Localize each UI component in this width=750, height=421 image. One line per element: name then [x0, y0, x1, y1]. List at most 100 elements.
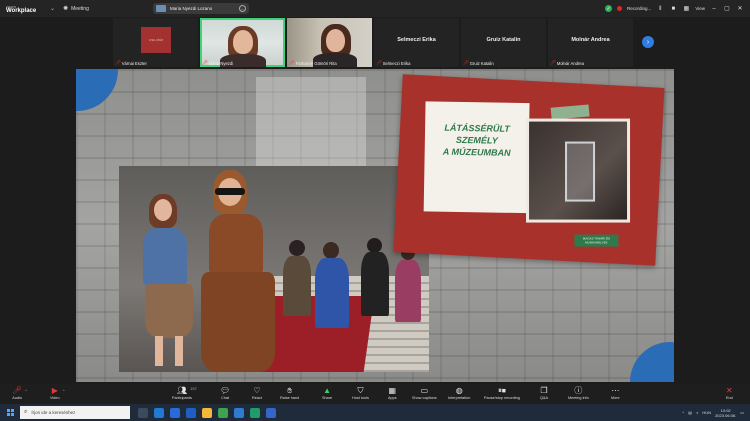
logo-text: CSIL MÚZ: [149, 38, 163, 42]
title-bar-controls: ✓ Recording... ‖ ■ ▦ View – ▢ ✕: [605, 0, 744, 17]
participant-tile[interactable]: CSIL MÚZ 🎤︎ Várnai Eszter: [113, 18, 198, 67]
participant-tile[interactable]: Gruiz Katalin 🎤︎ Gruiz Katalin: [461, 18, 546, 67]
participant-name: 🎤︎ Selmeczi Erika: [376, 60, 410, 66]
notification-icon[interactable]: ▭: [740, 410, 744, 415]
chrome-icon[interactable]: [218, 407, 228, 418]
taskbar-search-input[interactable]: ⌕ Írjon ide a kereséshez: [20, 406, 130, 419]
file-explorer-icon[interactable]: [202, 407, 212, 418]
video-button[interactable]: ▶ Video ^: [50, 386, 65, 400]
speaker-name: Maria Nyezdi Lozano: [170, 6, 213, 11]
toolbar-label: React: [252, 396, 262, 400]
excel-icon[interactable]: [250, 407, 260, 418]
participant-strip: CSIL MÚZ 🎤︎ Várnai Eszter 🎤︎ Mária Nyezdi …: [113, 18, 637, 67]
word-icon[interactable]: [234, 407, 244, 418]
photo-person: [154, 199, 172, 221]
chat-button[interactable]: 💬︎ Chat: [220, 386, 230, 400]
pause-icon[interactable]: ‖: [656, 6, 664, 12]
toolbar-label: Participants: [172, 396, 192, 400]
shield-icon[interactable]: ✓: [605, 5, 613, 12]
close-icon[interactable]: –: [239, 5, 246, 12]
edge-icon[interactable]: [154, 407, 164, 418]
recording-label[interactable]: Recording...: [627, 6, 651, 11]
end-button[interactable]: ✕ End: [726, 386, 733, 400]
participants-button[interactable]: 👥︎ Participants 157: [172, 386, 197, 400]
apps-button[interactable]: ▦ Apps: [388, 386, 397, 400]
pause-stop-recording-button[interactable]: ⏸︎⏹︎ Pause/stop recording: [484, 386, 520, 400]
clock-date: 2023.06.06.: [715, 412, 737, 418]
participant-name: 🎤︎ Molnár Andrea: [550, 60, 584, 66]
search-icon: ⌕: [24, 409, 28, 415]
heart-icon: ♡: [253, 386, 261, 395]
active-speaker-pill[interactable]: Maria Nyezdi Lozano –: [153, 3, 249, 14]
video-face: [233, 30, 253, 54]
photo-blindfold: [215, 188, 245, 195]
info-icon: ⓘ: [574, 386, 583, 395]
slide-title-paper: LÁTÁSSÉRÜLT SZEMÉLY A MÚZEUMBAN: [423, 101, 530, 214]
photo-person: [155, 336, 163, 366]
toolbar-label: Pause/stop recording: [484, 396, 520, 400]
windows-start-icon[interactable]: [0, 409, 20, 416]
shield-icon: ⛉: [357, 386, 364, 395]
participant-name: 🎤︎ Várnai Eszter: [115, 60, 147, 66]
zoom-app-icon[interactable]: [170, 407, 180, 418]
brand-line2: Workplace: [6, 7, 37, 14]
slide-title: LÁTÁSSÉRÜLT SZEMÉLY A MÚZEUMBAN: [429, 121, 526, 159]
interpretation-button[interactable]: ◍ Interpretation: [448, 386, 470, 400]
qa-button[interactable]: ❐ Q&A: [540, 386, 548, 400]
volume-icon[interactable]: ◖: [696, 410, 698, 415]
photo-person: [323, 242, 339, 259]
photo-person: [315, 258, 349, 328]
share-button[interactable]: ▲ Share: [322, 386, 332, 400]
participant-name-text: Gruiz Katalin: [469, 60, 494, 66]
meeting-info-button[interactable]: ⓘ Meeting info: [568, 386, 589, 400]
raise-hand-button[interactable]: ✋︎ Raise hand: [280, 386, 299, 400]
mic-muted-icon: 🎤︎: [289, 60, 295, 65]
taskbar-clock[interactable]: 10:02 2023.06.06.: [715, 408, 736, 418]
participant-center-name: Molnár Andrea: [571, 37, 610, 43]
network-icon[interactable]: ▤: [688, 410, 692, 415]
slide-title-line1: LÁTÁSSÉRÜLT SZEMÉLY: [444, 122, 510, 146]
participant-tile-active[interactable]: 🎤︎ Mária Nyezdi: [200, 18, 285, 67]
show-captions-button[interactable]: ▭ Show captions: [412, 386, 437, 400]
participant-count: 157: [190, 386, 197, 391]
next-page-chevron-icon[interactable]: ›: [642, 36, 654, 48]
participant-tile[interactable]: Selmeczi Erika 🎤︎ Selmeczi Erika: [374, 18, 459, 67]
view-button[interactable]: View: [695, 6, 705, 11]
mic-muted-icon: 🎤︎: [376, 60, 382, 65]
tray-chevron-icon[interactable]: ^: [682, 410, 684, 415]
toolbar-label: Show captions: [412, 396, 437, 400]
close-window-icon[interactable]: ✕: [736, 5, 744, 12]
toolbar-label: End: [726, 396, 733, 400]
participant-tile[interactable]: Molnár Andrea 🎤︎ Molnár Andrea: [548, 18, 633, 67]
stop-icon[interactable]: ■: [669, 6, 677, 12]
recording-dot-icon: [617, 6, 623, 11]
language-indicator[interactable]: HUN: [702, 410, 711, 415]
chevron-up-icon[interactable]: ^: [25, 388, 27, 393]
participant-tile[interactable]: 🎤︎ Farkasné Gömöri Rita: [287, 18, 372, 67]
photo-person: [395, 260, 421, 322]
system-tray: ^ ▤ ◖ HUN 10:02 2023.06.06. ▭: [682, 408, 750, 418]
minimize-icon[interactable]: –: [710, 6, 718, 12]
meeting-menu[interactable]: ✺ Meeting: [63, 5, 89, 13]
photo-person: [175, 336, 183, 366]
toolbar-label: Share: [322, 396, 333, 400]
mic-muted-icon: 🎤︎: [463, 60, 469, 65]
participants-icon: 👥︎: [176, 386, 187, 395]
audio-button[interactable]: 🎤︎ Audio ^: [12, 386, 27, 400]
mic-muted-icon: 🎤︎: [115, 60, 121, 65]
outlook-icon[interactable]: [186, 407, 196, 418]
end-icon: ✕: [726, 386, 733, 395]
maximize-icon[interactable]: ▢: [723, 5, 731, 12]
react-button[interactable]: ♡ React: [252, 386, 262, 400]
chevron-down-icon[interactable]: ⌄: [50, 5, 55, 12]
slide-caption: MAGAS TANÁRI ÉS MUNKAHELYEK: [574, 234, 619, 247]
title-bar: zoom Workplace ⌄ ✺ Meeting Maria Nyezdi …: [0, 0, 750, 17]
participant-name-text: Mária Nyezdi: [208, 60, 234, 66]
chevron-up-icon[interactable]: ^: [63, 388, 65, 393]
task-view-icon[interactable]: [138, 407, 148, 418]
participant-center-name: Selmeczi Erika: [397, 37, 436, 43]
more-button[interactable]: ⋯ More: [611, 386, 620, 400]
grid-view-icon[interactable]: ▦: [682, 5, 690, 12]
app-icon[interactable]: [266, 407, 276, 418]
host-tools-button[interactable]: ⛉ Host tools: [352, 386, 369, 400]
